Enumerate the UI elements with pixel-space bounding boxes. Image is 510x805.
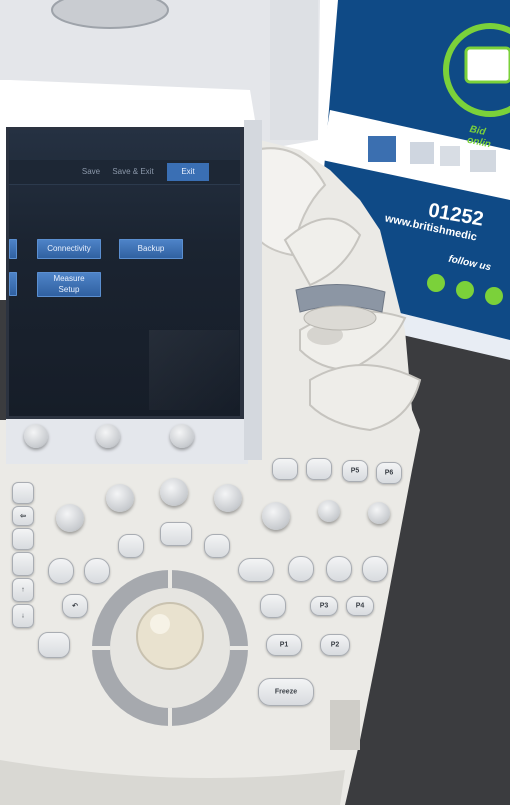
save-button[interactable]: Save (77, 163, 105, 181)
mode-key-2[interactable] (306, 458, 332, 480)
rotary-knob-6[interactable] (318, 500, 340, 522)
screen-knob-1[interactable] (24, 424, 48, 448)
p5-label: P5 (350, 467, 360, 475)
trackball[interactable] (136, 602, 204, 670)
exit-button[interactable]: Exit (167, 163, 209, 181)
linkedin-icon (485, 287, 503, 305)
p6-key[interactable]: P6 (376, 462, 402, 484)
connectivity-button[interactable]: Connectivity (37, 239, 101, 259)
p3-label: P3 (319, 602, 329, 610)
report-key[interactable] (38, 632, 70, 658)
left-key-5[interactable]: ↑ (12, 578, 34, 602)
arrow-left-icon: ⇦ (20, 513, 26, 520)
rotary-knob-4[interactable] (214, 484, 242, 512)
p4-key[interactable]: P4 (346, 596, 374, 616)
round-key-1[interactable] (48, 558, 74, 584)
screen-knob-3[interactable] (170, 424, 194, 448)
screen-display: Save Save & Exit Exit Connectivity Backu… (9, 130, 240, 416)
banner-monitor-screen (464, 46, 510, 84)
arrow-up-icon: ↑ (21, 586, 25, 594)
freeze-label: Freeze (274, 688, 298, 696)
arrow-down-icon: ↓ (21, 612, 25, 620)
rotary-knob-3[interactable] (160, 478, 188, 506)
p2-key[interactable]: P2 (320, 634, 350, 656)
3d-key[interactable] (238, 558, 274, 582)
touch-screen: Save Save & Exit Exit Connectivity Backu… (6, 127, 244, 419)
round-key-2[interactable] (84, 558, 110, 584)
center-key-left[interactable] (118, 534, 144, 558)
center-key-right[interactable] (204, 534, 230, 558)
p4-label: P4 (355, 602, 365, 610)
ultrasound-console-photo: Save Save & Exit Exit Connectivity Backu… (0, 0, 510, 805)
left-key-1[interactable] (12, 482, 34, 504)
probe-handle (303, 305, 377, 331)
screen-knob-2[interactable] (96, 424, 120, 448)
p2-label: P2 (330, 641, 340, 649)
measure-setup-label-line2: Setup (58, 285, 80, 294)
left-key-3[interactable] (12, 528, 34, 550)
left-key-2[interactable]: ⇦ (12, 506, 34, 526)
measure-setup-button[interactable]: Measure Setup (37, 272, 101, 297)
facebook-icon (427, 274, 445, 292)
backup-button[interactable]: Backup (119, 239, 183, 259)
rotary-knob-7[interactable] (368, 502, 390, 524)
rotary-knob-2[interactable] (106, 484, 134, 512)
p6-label: P6 (384, 469, 394, 477)
p3-key[interactable]: P3 (310, 596, 338, 616)
p1-key[interactable]: P1 (266, 634, 302, 656)
banner-logo-4 (470, 150, 496, 172)
center-key-top[interactable] (160, 522, 192, 546)
save-and-exit-button[interactable]: Save & Exit (109, 163, 157, 181)
side-pillar (270, 0, 318, 140)
top-display-mount (51, 0, 169, 29)
layout-key-1[interactable] (288, 556, 314, 582)
banner-logo-3 (440, 146, 460, 166)
p1-label: P1 (279, 641, 289, 649)
banner-logo-1 (368, 136, 396, 162)
banner-logo-2 (410, 142, 434, 164)
left-key-4[interactable] (12, 552, 34, 576)
cut-off-button-top[interactable] (9, 239, 17, 259)
p5-key[interactable]: P5 (342, 460, 368, 482)
twitter-icon (456, 281, 474, 299)
layout-key-3[interactable] (362, 556, 388, 582)
freeze-key[interactable]: Freeze (258, 678, 314, 706)
measure-setup-label-line1: Measure (53, 274, 85, 283)
mode-key-1[interactable] (272, 458, 298, 480)
layout-key-2[interactable] (326, 556, 352, 582)
screen-side-bezel (244, 120, 262, 460)
side-key-1[interactable] (260, 594, 286, 618)
console-leg (330, 700, 360, 750)
rotary-knob-5[interactable] (262, 502, 290, 530)
screen-reflection (149, 330, 239, 410)
left-key-6[interactable]: ↓ (12, 604, 34, 628)
undo-key[interactable]: ↶ (62, 594, 88, 618)
undo-icon: ↶ (72, 603, 78, 610)
rotary-knob-1[interactable] (56, 504, 84, 532)
trackball-highlight (150, 614, 170, 634)
cut-off-button-bottom[interactable] (9, 272, 17, 296)
